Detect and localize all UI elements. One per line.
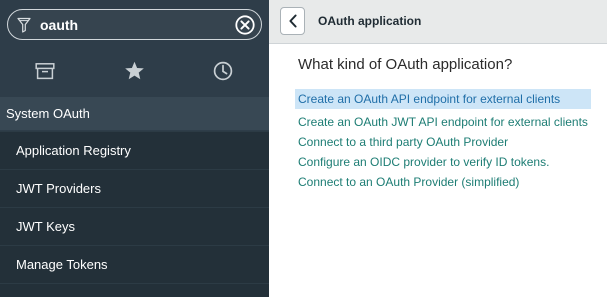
option-oauth-jwt-api-endpoint[interactable]: Create an OAuth JWT API endpoint for ext…	[295, 112, 591, 132]
option-oidc-provider[interactable]: Configure an OIDC provider to verify ID …	[295, 152, 591, 172]
module-manage-tokens[interactable]: Manage Tokens	[0, 245, 269, 283]
clock-icon	[213, 61, 233, 81]
navigator-tabs	[0, 51, 269, 91]
option-oauth-provider-simplified[interactable]: Connect to an OAuth Provider (simplified…	[295, 172, 591, 192]
tab-all-applications[interactable]	[0, 51, 90, 91]
star-icon	[124, 61, 144, 80]
option-third-party-oauth-provider[interactable]: Connect to a third party OAuth Provider	[295, 132, 591, 152]
back-button[interactable]	[280, 7, 305, 35]
application-navigator: System OAuth Application Registry JWT Pr…	[0, 0, 269, 297]
filter-navigator-box[interactable]	[7, 9, 262, 40]
archive-icon	[35, 63, 55, 80]
filter-icon	[17, 17, 31, 33]
content-frame: OAuth application What kind of OAuth app…	[269, 0, 607, 297]
filter-input[interactable]	[40, 15, 220, 35]
clear-filter-icon[interactable]	[235, 15, 255, 35]
module-jwt-keys[interactable]: JWT Keys	[0, 207, 269, 245]
application-menu-system-oauth[interactable]: System OAuth	[0, 97, 269, 130]
option-oauth-api-endpoint[interactable]: Create an OAuth API endpoint for externa…	[295, 89, 591, 109]
page-title: OAuth application	[318, 14, 422, 28]
chevron-left-icon	[288, 14, 297, 28]
tab-favorites[interactable]	[89, 51, 179, 91]
navigator-footer	[0, 283, 269, 297]
interceptor-question: What kind of OAuth application?	[298, 56, 513, 73]
form-header: OAuth application	[269, 0, 607, 44]
module-jwt-providers[interactable]: JWT Providers	[0, 169, 269, 207]
module-application-registry[interactable]: Application Registry	[0, 131, 269, 169]
tab-history[interactable]	[178, 51, 268, 91]
interceptor-options-list: Create an OAuth API endpoint for externa…	[295, 89, 591, 192]
